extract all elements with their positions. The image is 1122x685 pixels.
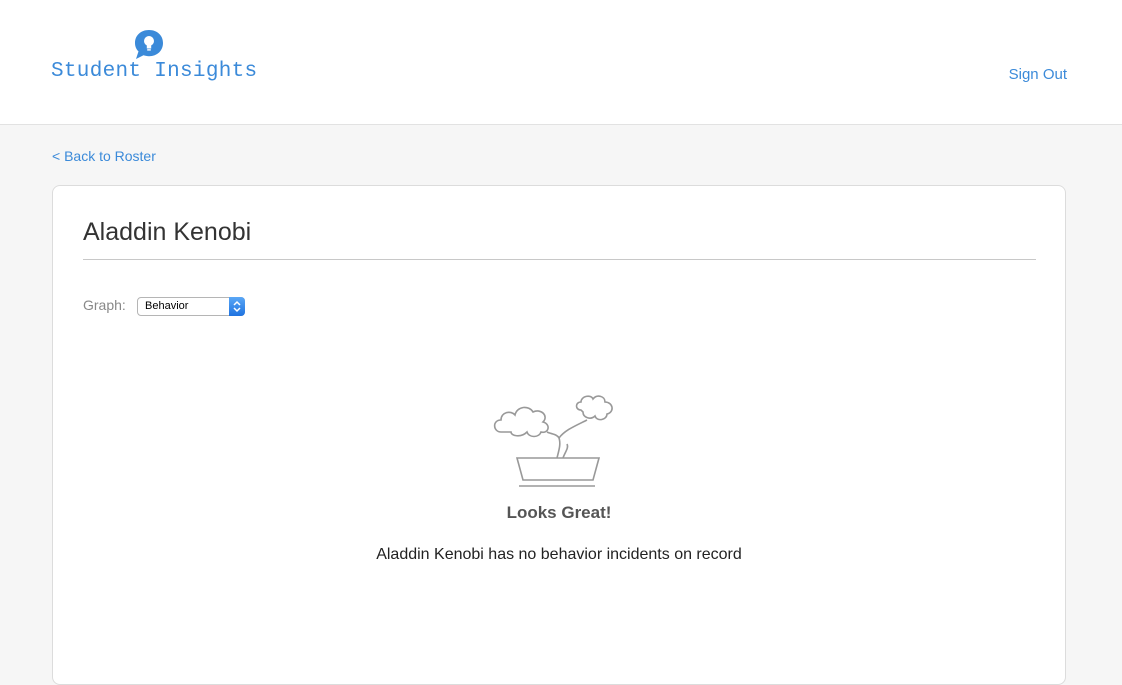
graph-select[interactable]: Behavior: [137, 297, 245, 316]
lightbulb-chat-icon: [135, 30, 163, 59]
top-header: Student Insights Sign Out: [0, 0, 1122, 125]
back-to-roster-link[interactable]: < Back to Roster: [52, 148, 156, 164]
app-logo[interactable]: Student Insights: [51, 28, 271, 88]
graph-label: Graph:: [83, 297, 126, 313]
graph-select-value: Behavior: [145, 300, 189, 312]
app-name: Student Insights: [51, 60, 258, 83]
title-divider: [83, 259, 1036, 260]
sign-out-link[interactable]: Sign Out: [1009, 66, 1067, 83]
empty-state-title: Looks Great!: [506, 503, 612, 522]
student-card: Aladdin Kenobi Graph: Behavior Looks Gre…: [52, 185, 1066, 685]
empty-state-message: Aladdin Kenobi has no behavior incidents…: [376, 546, 742, 563]
updown-chevron-icon: [229, 297, 245, 316]
bonsai-tree-icon: [493, 395, 613, 487]
student-name: Aladdin Kenobi: [83, 218, 252, 246]
